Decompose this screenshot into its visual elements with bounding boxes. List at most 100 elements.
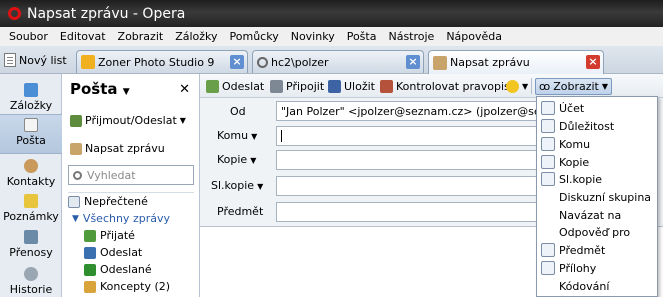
folder-label: Odeslané — [100, 263, 152, 276]
side-panel-label: Historie — [9, 283, 53, 296]
new-document-icon — [4, 53, 16, 67]
checkbox-unchecked[interactable] — [541, 190, 557, 204]
close-panel-icon[interactable]: ✕ — [179, 82, 190, 97]
view-menu-item-navazat-na[interactable]: Navázat na — [537, 207, 657, 223]
side-panel-transfers[interactable]: Přenosy — [0, 227, 62, 267]
checkbox-unchecked[interactable] — [541, 225, 557, 239]
spellcheck-button[interactable]: Kontrolovat pravopis — [380, 78, 510, 95]
emoticon-button[interactable]: ▼ — [506, 78, 528, 95]
view-menu-item-komu[interactable]: Komu — [537, 136, 657, 152]
compose-mail-icon — [433, 55, 447, 70]
folder-unread[interactable]: Nepřečtené — [68, 195, 148, 208]
menu-item-label: Komu — [559, 137, 591, 151]
menu-item-label: Důležitost — [559, 119, 615, 133]
side-panel-label: Kontakty — [6, 175, 56, 188]
menu-novinky[interactable]: Novinky — [285, 30, 341, 43]
mail-panel: Pošta ▼ ✕ Přijmout/Odeslat ▼ Napsat zprá… — [62, 74, 200, 297]
to-label: Komu — [217, 129, 249, 142]
receive-send-button[interactable]: Přijmout/Odeslat ▼ — [70, 114, 186, 127]
menu-zalozky[interactable]: Záložky — [169, 30, 223, 43]
attach-button[interactable]: Připojit — [270, 78, 324, 95]
close-tab-icon[interactable]: × — [586, 55, 600, 69]
view-menu-item-kopie[interactable]: Kopie — [537, 154, 657, 170]
view-menu-item-predmet[interactable]: Předmět — [537, 242, 657, 258]
view-menu-item-odpoved-pro[interactable]: Odpověď pro — [537, 224, 657, 240]
checkbox-unchecked[interactable] — [541, 279, 557, 293]
checkbox-checked[interactable] — [541, 101, 557, 115]
mail-panel-title[interactable]: Pošta ▼ — [70, 80, 130, 98]
from-value: "Jan Polzer" <jpolzer@seznam.cz> (jpolze… — [281, 104, 571, 118]
search-icon — [73, 170, 82, 180]
checkbox-checked[interactable] — [541, 261, 557, 275]
new-list-button[interactable]: Nový list — [4, 51, 67, 69]
tab-napsat-zpravu[interactable]: Napsat zprávu × — [428, 50, 604, 74]
folder-label: Koncepty (2) — [100, 280, 171, 293]
close-tab-icon[interactable]: × — [406, 55, 420, 69]
spellcheck-label: Kontrolovat pravopis — [396, 80, 510, 93]
send-button[interactable]: Odeslat — [206, 78, 264, 95]
compose-button[interactable]: Napsat zprávu — [70, 142, 165, 155]
side-panel-history[interactable]: Historie — [0, 264, 62, 297]
view-dropdown-menu: Účet Důležitost Komu Kopie Sl.kopie Disk… — [536, 96, 658, 297]
from-label: Od — [230, 105, 246, 118]
view-menu-item-slkopie[interactable]: Sl.kopie — [537, 171, 657, 187]
checkbox-unchecked[interactable] — [541, 208, 557, 222]
folder-received[interactable]: Přijaté — [84, 229, 135, 242]
to-label-dropdown[interactable]: Komu ▼ — [217, 129, 257, 142]
save-label: Uložit — [344, 80, 375, 93]
side-panel-mail[interactable]: Pošta — [0, 114, 62, 154]
menu-bar: Soubor Editovat Zobrazit Záložky Pomůcky… — [0, 27, 663, 46]
bcc-label: Sl.kopie — [211, 179, 255, 192]
folder-all-mail[interactable]: ▼ Všechny zprávy — [72, 212, 170, 225]
menu-soubor[interactable]: Soubor — [3, 30, 54, 43]
chevron-down-icon: ▼ — [601, 82, 609, 91]
side-panel-label: Poznámky — [3, 210, 59, 223]
view-menu-item-kodovani[interactable]: Kódování — [537, 278, 657, 294]
search-icon — [257, 56, 268, 68]
mail-search-input[interactable]: Vyhledat — [68, 165, 194, 185]
smiley-icon — [506, 80, 519, 93]
checkbox-checked[interactable] — [541, 137, 557, 151]
close-tab-icon[interactable]: × — [230, 55, 244, 69]
view-menu-item-diskuzni-skupina[interactable]: Diskuzní skupina — [537, 189, 657, 205]
checkbox-checked[interactable] — [541, 155, 557, 169]
compose-label: Napsat zprávu — [85, 142, 165, 155]
menu-item-label: Sl.kopie — [559, 172, 603, 186]
spellcheck-icon — [380, 80, 393, 93]
menu-posta[interactable]: Pošta — [341, 30, 383, 43]
view-menu-item-prilohy[interactable]: Přílohy — [537, 260, 657, 276]
menu-zobrazit[interactable]: Zobrazit — [112, 30, 170, 43]
side-panel-notes[interactable]: Poznámky — [0, 191, 62, 231]
attach-label: Připojit — [286, 80, 325, 93]
search-placeholder: Vyhledat — [87, 168, 136, 182]
receive-send-icon — [70, 114, 82, 127]
cc-label-dropdown[interactable]: Kopie ▼ — [217, 153, 256, 166]
view-button[interactable]: ꝏ Zobrazit ▼ — [535, 78, 613, 95]
send-label: Odeslat — [222, 80, 265, 93]
compose-mail-icon — [70, 142, 82, 155]
side-panel-bar: Záložky Pošta Kontakty Poznámky Přenosy … — [0, 74, 62, 297]
menu-item-label: Kopie — [559, 155, 590, 169]
view-menu-item-ucet[interactable]: Účet — [537, 100, 657, 116]
folder-drafts[interactable]: Koncepty (2) — [84, 280, 170, 293]
chevron-down-icon: ▼ — [251, 132, 258, 141]
tab-hc2-polzer[interactable]: hc2\polzer × — [252, 50, 424, 73]
side-panel-contacts[interactable]: Kontakty — [0, 156, 62, 196]
tab-zoner-photo-studio[interactable]: Zoner Photo Studio 9 × — [76, 50, 248, 73]
view-menu-item-dulezitost[interactable]: Důležitost — [537, 118, 657, 134]
mail-icon — [24, 118, 38, 132]
save-button[interactable]: Uložit — [328, 78, 375, 95]
menu-pomucky[interactable]: Pomůcky — [224, 30, 285, 43]
menu-editovat[interactable]: Editovat — [54, 30, 112, 43]
bcc-label-dropdown[interactable]: Sl.kopie ▼ — [211, 179, 263, 192]
checkbox-checked[interactable] — [541, 172, 557, 186]
folder-sent[interactable]: Odeslané — [84, 263, 152, 276]
checkbox-checked[interactable] — [541, 119, 557, 133]
menu-napoveda[interactable]: Nápověda — [440, 30, 508, 43]
folder-outbox[interactable]: Odeslat — [84, 246, 142, 259]
checkbox-checked[interactable] — [541, 243, 557, 257]
outbox-icon — [84, 246, 96, 259]
menu-nastroje[interactable]: Nástroje — [382, 30, 440, 43]
window-title: Napsat zprávu - Opera — [27, 5, 186, 22]
side-panel-label: Pošta — [16, 134, 46, 147]
